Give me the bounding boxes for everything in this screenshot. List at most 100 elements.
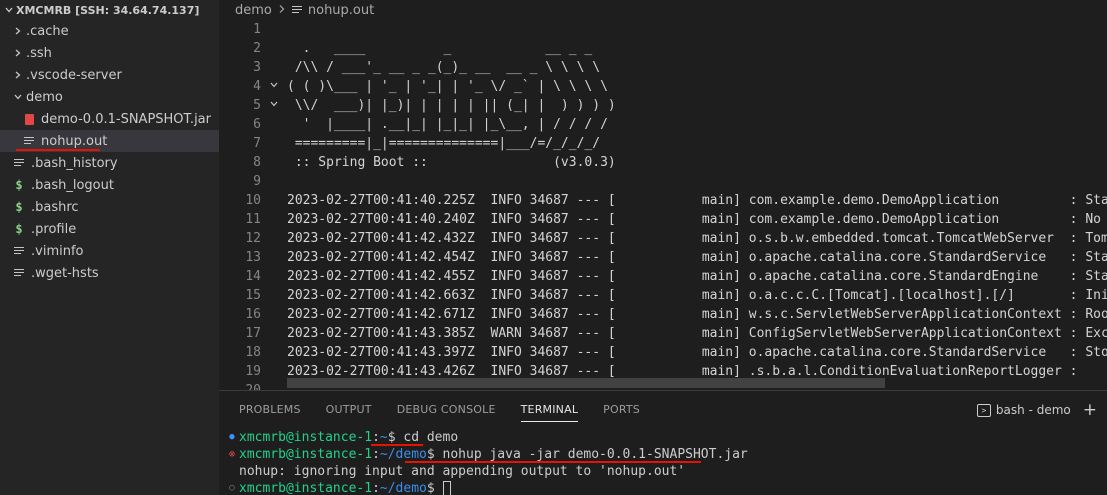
command-status-icon[interactable]: ○ <box>225 480 239 495</box>
tab-output[interactable]: OUTPUT <box>326 391 372 429</box>
code-text: 2023-02-27T00:41:42.663Z INFO 34687 --- … <box>287 288 1107 303</box>
prompt-symbol: $ <box>426 481 435 495</box>
command-status-icon[interactable]: ⊗ <box>225 446 239 463</box>
line-number: 13 <box>245 250 261 265</box>
code-line: 2 . ____ _ __ _ _ <box>219 39 1107 58</box>
editor-area[interactable]: demo nohup.out 12 . ____ _ __ _ _ 3 /\\ /… <box>219 0 1107 390</box>
tab-ports[interactable]: PORTS <box>603 391 640 429</box>
terminal-name[interactable]: bash - demo <box>996 403 1071 417</box>
breadcrumb-folder[interactable]: demo <box>235 3 272 18</box>
code-line: 17 2023-02-27T00:41:43.385Z WARN 34687 --… <box>219 324 1107 343</box>
terminal-output-text: nohup: ignoring input and appending outp… <box>239 464 686 479</box>
chevron-right-icon <box>278 3 286 18</box>
code-line: 4 ( ( )\___ | '_ | '_| | '_ \/ _` | \ \ \… <box>219 77 1107 96</box>
add-terminal-button[interactable]: + <box>1083 400 1097 420</box>
tree-item[interactable]: $ .profile <box>0 218 219 240</box>
explorer-root-header[interactable]: XMCMRB [SSH: 34.64.74.137] <box>0 0 219 20</box>
code-text: 2023-02-27T00:41:42.671Z INFO 34687 --- … <box>287 307 1107 322</box>
tab-terminal[interactable]: TERMINAL <box>520 391 579 429</box>
tree-item[interactable]: $ .bash_logout <box>0 174 219 196</box>
prompt-colon: : <box>372 430 380 445</box>
prompt-colon: : <box>372 481 380 495</box>
tree-item-label: .bash_history <box>31 155 118 171</box>
prompt-symbol: $ <box>426 447 435 462</box>
code-line: 8 :: Spring Boot :: (v3.0.3) <box>219 153 1107 172</box>
code-text: 2023-02-27T00:41:43.397Z INFO 34687 --- … <box>287 345 1107 360</box>
tree-item[interactable]: nohup.out <box>0 130 219 152</box>
chevron-right-icon <box>10 26 26 36</box>
terminal-command <box>435 481 443 495</box>
code-text: 2023-02-27T00:41:40.225Z INFO 34687 --- … <box>287 193 1107 208</box>
line-number: 9 <box>253 174 261 189</box>
fold-chevron-icon[interactable] <box>267 77 281 96</box>
tree-item[interactable]: demo <box>0 86 219 108</box>
terminal-output[interactable]: ● xmcmrb@instance-1:~$ cd demo ⊗ xmcmrb@ins… <box>225 429 748 495</box>
text-file-icon <box>10 158 28 168</box>
terminal-selector[interactable]: > bash - demo + <box>976 391 1097 429</box>
code-text: \\/ ___)| |_)| | | | | || (_| | ) ) ) ) <box>287 98 616 113</box>
tab-debug-console[interactable]: DEBUG CONSOLE <box>397 391 496 429</box>
tree-item-label: .ssh <box>26 45 52 61</box>
file-tree: .cache .ssh .vscode-server demo demo-0.0.1-S… <box>0 20 219 284</box>
tree-item[interactable]: .vscode-server <box>0 64 219 86</box>
code-text: 2023-02-27T00:41:43.385Z WARN 34687 --- … <box>287 326 1107 341</box>
tree-item[interactable]: demo-0.0.1-SNAPSHOT.jar <box>0 108 219 130</box>
tree-item-label: demo-0.0.1-SNAPSHOT.jar <box>41 111 211 127</box>
tree-item[interactable]: .ssh <box>0 42 219 64</box>
line-number: 7 <box>253 136 261 151</box>
command-status-icon[interactable]: ● <box>225 429 239 446</box>
code-text: 2023-02-27T00:41:42.455Z INFO 34687 --- … <box>287 269 1107 284</box>
line-number: 4 <box>253 79 261 94</box>
text-file-icon <box>20 136 38 146</box>
tree-item-label: .profile <box>31 221 77 237</box>
code-text: . ____ _ __ _ _ <box>287 41 593 56</box>
tree-item[interactable]: .wget-hsts <box>0 262 219 284</box>
code-line: 18 2023-02-27T00:41:43.397Z INFO 34687 --… <box>219 343 1107 362</box>
code-line: 7 =========|_|==============|___/=/_/_/_… <box>219 134 1107 153</box>
tree-item-label: .bashrc <box>31 199 79 215</box>
tree-item[interactable]: .viminfo <box>0 240 219 262</box>
jar-file-icon <box>20 113 38 125</box>
prompt-path: ~/demo <box>379 481 427 495</box>
tree-item-label: .bash_logout <box>31 177 114 193</box>
tree-item[interactable]: $ .bashrc <box>0 196 219 218</box>
code-line: 10 2023-02-27T00:41:40.225Z INFO 34687 --… <box>219 191 1107 210</box>
tree-item-label: .wget-hsts <box>31 265 99 281</box>
code-line: 12 2023-02-27T00:41:42.432Z INFO 34687 --… <box>219 229 1107 248</box>
breadcrumb: demo nohup.out <box>219 0 1107 20</box>
chevron-right-icon <box>10 70 26 80</box>
terminal-line: ○ xmcmrb@instance-1:~/demo$ <box>225 480 748 495</box>
fold-chevron-icon[interactable] <box>267 96 281 115</box>
code-line: 5 \\/ ___)| |_)| | | | | || (_| | ) ) ) … <box>219 96 1107 115</box>
line-number: 8 <box>253 155 261 170</box>
terminal-command: nohup java -jar demo-0.0.1-SNAPSHOT.jar <box>434 447 748 462</box>
line-number: 14 <box>245 269 261 284</box>
code-text: :: Spring Boot :: (v3.0.3) <box>287 155 616 170</box>
tree-item[interactable]: .bash_history <box>0 152 219 174</box>
terminal-command: cd demo <box>395 430 459 445</box>
prompt-path: ~ <box>379 430 388 445</box>
prompt-user: xmcmrb@instance-1 <box>239 447 373 462</box>
tab-problems[interactable]: PROBLEMS <box>239 391 301 429</box>
chevron-right-icon <box>10 48 26 58</box>
chevron-down-icon <box>2 5 16 15</box>
text-file-icon <box>10 268 28 278</box>
tree-item-label: .cache <box>26 23 69 39</box>
code-line: 13 2023-02-27T00:41:42.454Z INFO 34687 --… <box>219 248 1107 267</box>
annotation-underline <box>16 149 100 151</box>
horizontal-scrollbar[interactable] <box>287 378 885 388</box>
code-text: ( ( )\___ | '_ | '_| | '_ \/ _` | \ \ \ … <box>287 79 608 94</box>
code-view[interactable]: 12 . ____ _ __ _ _ 3 /\\ / ___'_ __ _ _(_… <box>219 20 1107 390</box>
breadcrumb-file[interactable]: nohup.out <box>308 3 374 18</box>
line-number: 12 <box>245 231 261 246</box>
tree-item[interactable]: .cache <box>0 20 219 42</box>
line-number: 11 <box>245 212 261 227</box>
code-line: 3 /\\ / ___'_ __ _ _(_)_ __ __ _ \ \ \ \ <box>219 58 1107 77</box>
line-number: 19 <box>245 364 261 379</box>
code-text: 2023-02-27T00:41:40.240Z INFO 34687 --- … <box>287 212 1107 227</box>
chevron-down-icon <box>10 92 26 102</box>
code-text: /\\ / ___'_ __ _ _(_)_ __ __ _ \ \ \ \ <box>287 60 601 75</box>
code-text: ' |____| .__|_| |_|_| |_\__, | / / / / <box>287 117 608 132</box>
terminal-icon: > <box>976 403 991 417</box>
prompt-symbol: $ <box>387 430 396 445</box>
